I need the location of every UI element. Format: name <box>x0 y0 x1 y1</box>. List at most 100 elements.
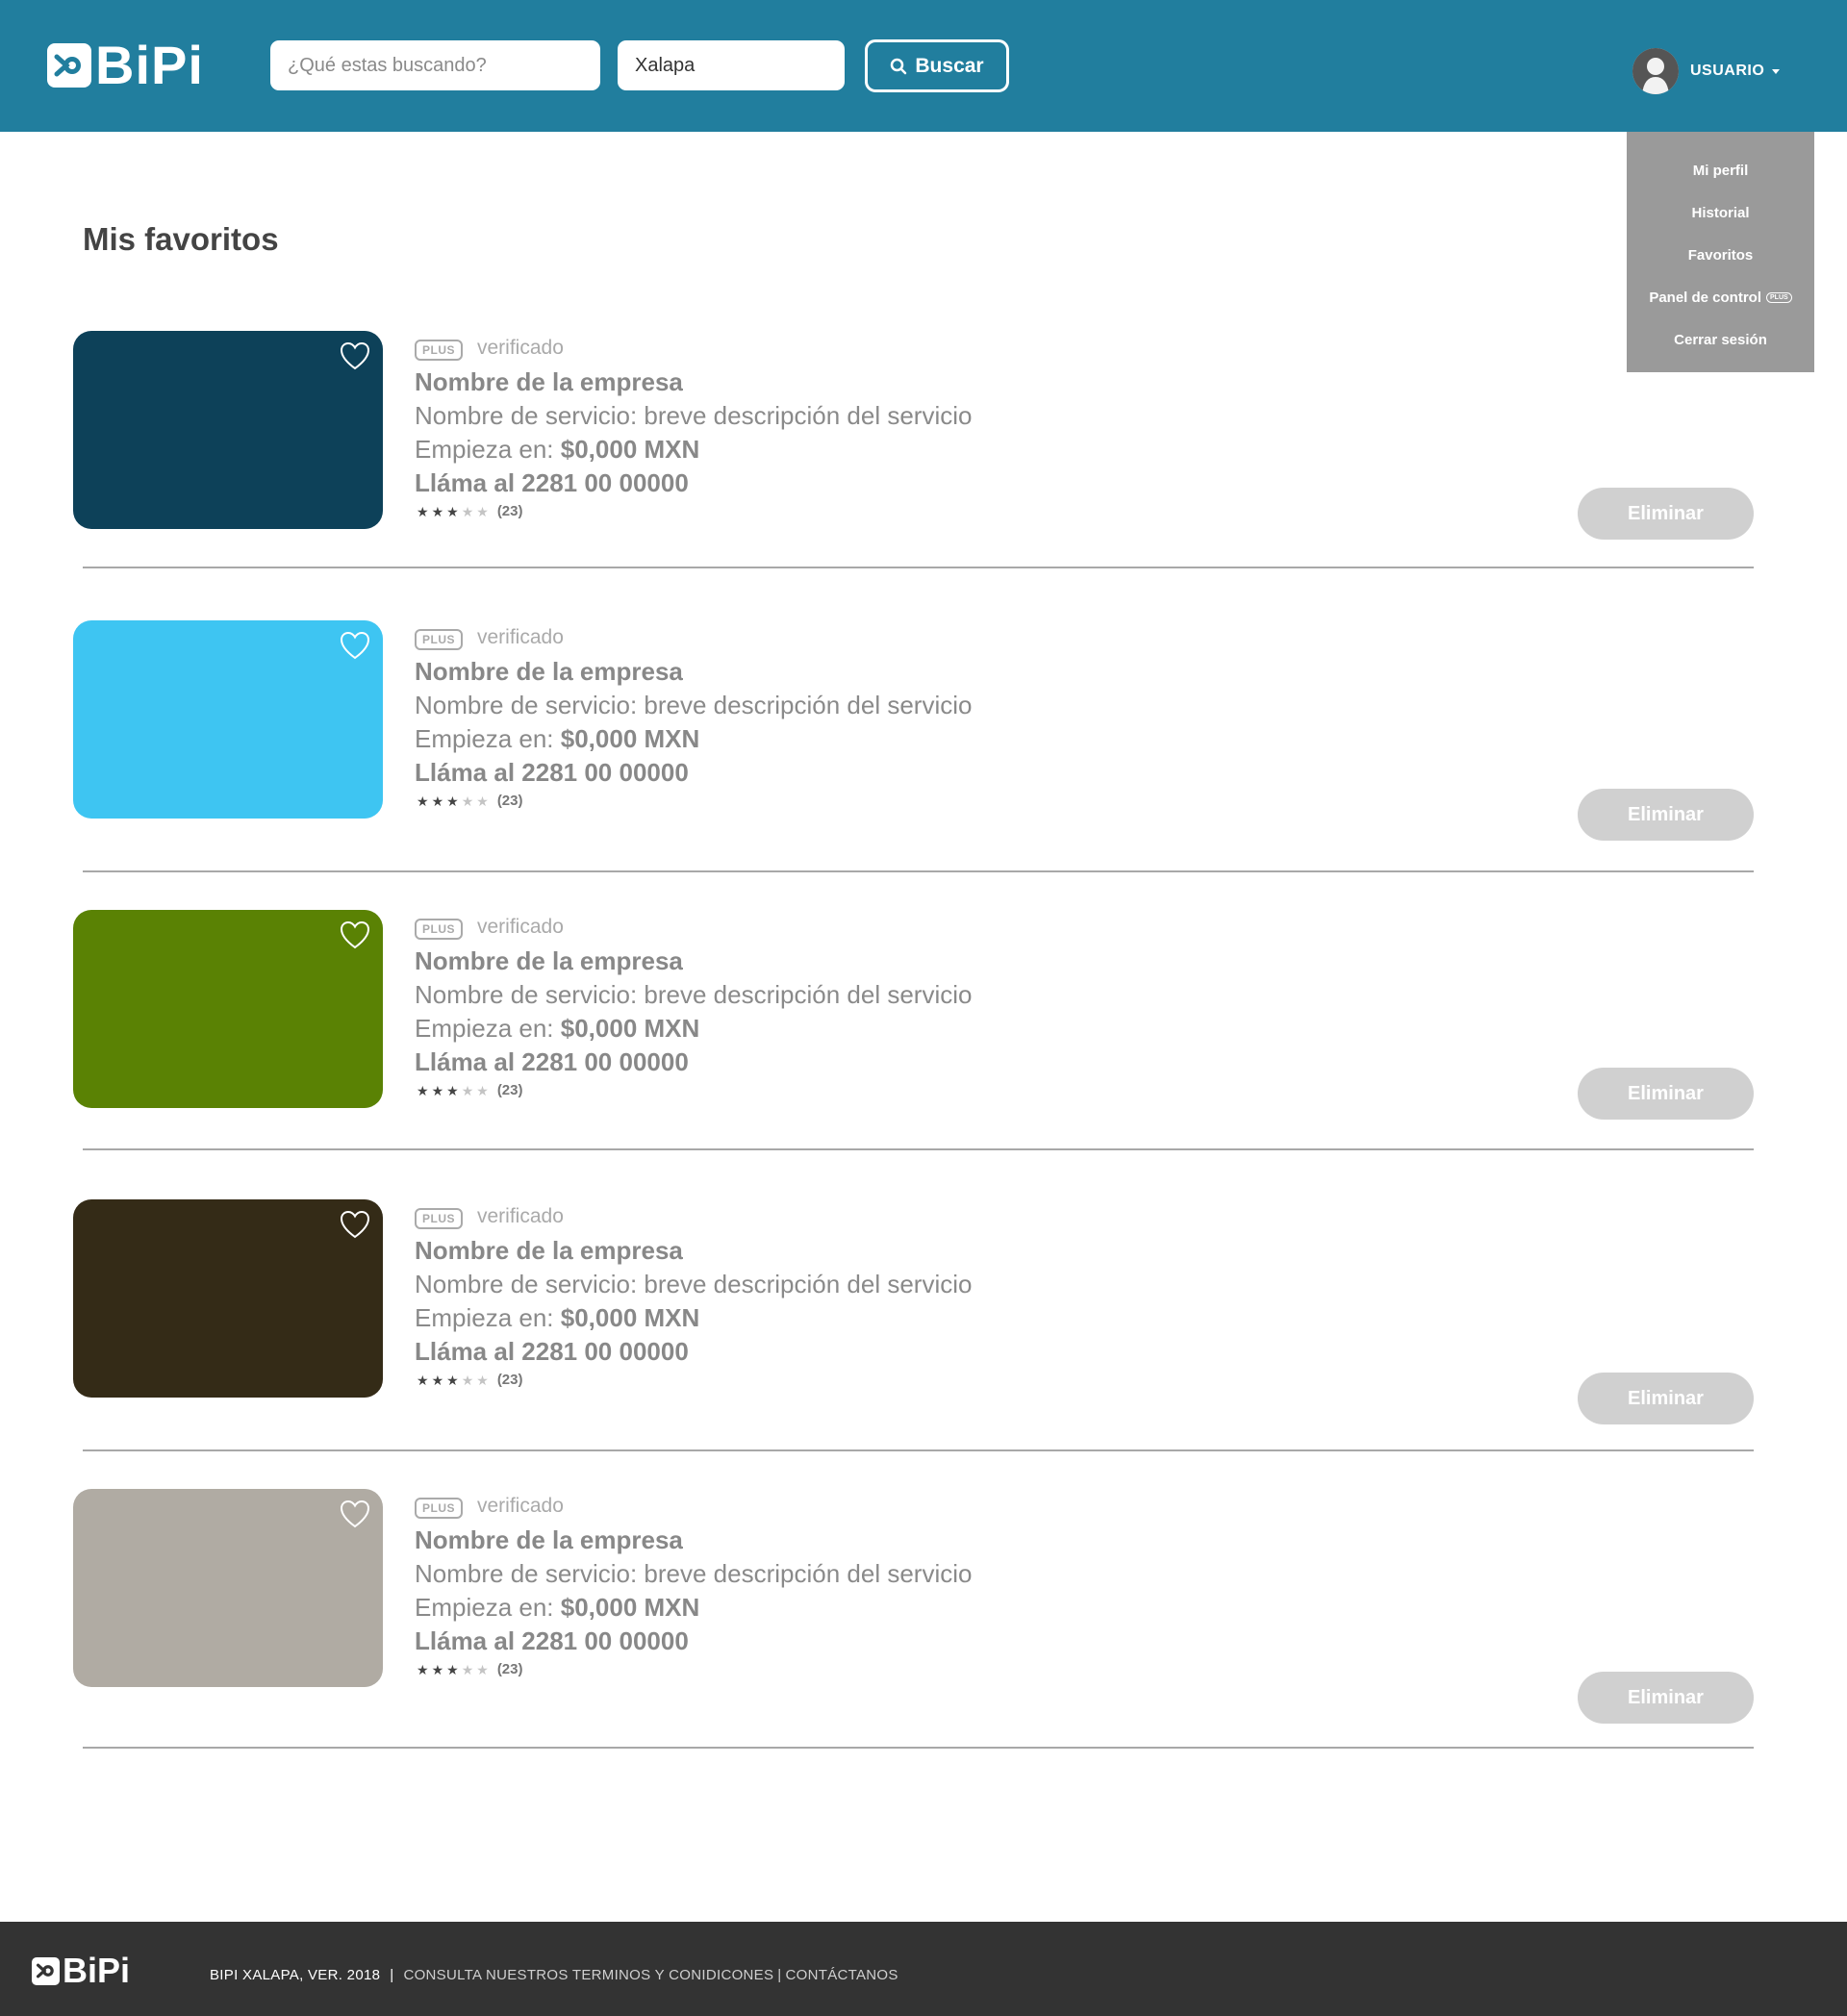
review-count: (23) <box>496 503 523 519</box>
star-icon: ★ <box>461 1372 474 1388</box>
phone-number[interactable]: Lláma al 2281 00 00000 <box>415 758 689 788</box>
chevron-down-icon <box>1772 68 1781 74</box>
footer-version: BIPI XALAPA, VER. 2018 <box>210 1967 381 1983</box>
search-button[interactable]: Buscar <box>865 39 1009 92</box>
user-label: USUARIO <box>1690 63 1765 79</box>
star-icon: ★ <box>446 1082 459 1098</box>
star-icon: ★ <box>476 1661 489 1677</box>
menu-item-mi-perfil[interactable]: Mi perfil <box>1627 149 1814 191</box>
contact-link[interactable]: CONTÁCTANOS <box>786 1967 898 1983</box>
star-icon: ★ <box>431 793 444 809</box>
heart-icon[interactable] <box>339 340 371 371</box>
divider <box>83 870 1754 872</box>
user-menu[interactable]: USUARIO <box>1632 47 1781 95</box>
delete-button[interactable]: Eliminar <box>1578 1672 1754 1724</box>
price-prefix: Empieza en: <box>415 1014 554 1043</box>
top-header: BiPi Buscar USUARIO <box>0 0 1847 132</box>
price-value: $0,000 MXN <box>560 435 700 464</box>
menu-item-favoritos[interactable]: Favoritos <box>1627 234 1814 276</box>
price-line: Empieza en: $0,000 MXN <box>415 724 699 754</box>
star-icon: ★ <box>446 503 459 519</box>
heart-icon[interactable] <box>339 1209 371 1240</box>
price-value: $0,000 MXN <box>560 1303 700 1332</box>
star-icon: ★ <box>461 1661 474 1677</box>
business-image[interactable] <box>73 620 383 819</box>
footer-separator-2: | <box>777 1967 782 1983</box>
phone-number[interactable]: Lláma al 2281 00 00000 <box>415 1047 689 1077</box>
star-icon: ★ <box>461 503 474 519</box>
delete-button[interactable]: Eliminar <box>1578 488 1754 540</box>
user-avatar-icon <box>1632 48 1679 94</box>
star-icon: ★ <box>431 1661 444 1677</box>
star-icon: ★ <box>461 793 474 809</box>
service-description: Nombre de servicio: breve descripción de… <box>415 401 973 430</box>
service-description: Nombre de servicio: breve descripción de… <box>415 1559 973 1588</box>
business-image[interactable] <box>73 1199 383 1398</box>
star-rating: ★ ★ ★ ★ ★ (23) <box>417 793 523 809</box>
price-line: Empieza en: $0,000 MXN <box>415 1593 699 1623</box>
review-count: (23) <box>496 793 523 809</box>
logo-text: BiPi <box>95 35 204 95</box>
menu-item-historial[interactable]: Historial <box>1627 191 1814 234</box>
price-line: Empieza en: $0,000 MXN <box>415 1303 699 1333</box>
star-icon: ★ <box>476 503 489 519</box>
plus-badge: PLUS <box>415 1208 464 1229</box>
page-title: Mis favoritos <box>83 221 279 257</box>
star-rating: ★ ★ ★ ★ ★ (23) <box>417 1372 523 1388</box>
avatar <box>1632 48 1679 94</box>
phone-number[interactable]: Lláma al 2281 00 00000 <box>415 1337 689 1367</box>
company-name[interactable]: Nombre de la empresa <box>415 657 683 687</box>
location-input[interactable] <box>618 40 845 90</box>
delete-button[interactable]: Eliminar <box>1578 1068 1754 1120</box>
business-image[interactable] <box>73 331 383 529</box>
delete-button[interactable]: Eliminar <box>1578 789 1754 841</box>
service-description: Nombre de servicio: breve descripción de… <box>415 1270 973 1298</box>
terms-link[interactable]: CONSULTA NUESTROS TERMINOS Y CONIDICONES <box>403 1967 773 1983</box>
company-name[interactable]: Nombre de la empresa <box>415 367 683 397</box>
star-icon: ★ <box>431 1082 444 1098</box>
star-icon: ★ <box>431 503 444 519</box>
verified-label: verificado <box>477 626 564 648</box>
star-icon: ★ <box>431 1372 444 1388</box>
plus-badge: PLUS <box>415 919 464 940</box>
price-prefix: Empieza en: <box>415 435 554 464</box>
phone-number[interactable]: Lláma al 2281 00 00000 <box>415 1626 689 1656</box>
footer-separator: | <box>390 1967 394 1983</box>
star-icon: ★ <box>446 1372 459 1388</box>
bipi-logo-icon <box>32 1956 60 1985</box>
list-item: PLUS verificado Nombre de la empresa Nom… <box>0 620 1847 872</box>
heart-icon[interactable] <box>339 1499 371 1529</box>
heart-icon[interactable] <box>339 920 371 950</box>
heart-icon[interactable] <box>339 630 371 661</box>
business-image[interactable] <box>73 910 383 1108</box>
price-prefix: Empieza en: <box>415 1303 554 1332</box>
phone-number[interactable]: Lláma al 2281 00 00000 <box>415 468 689 498</box>
search-button-label: Buscar <box>915 54 984 77</box>
star-icon: ★ <box>461 1082 474 1098</box>
list-item: PLUS verificado Nombre de la empresa Nom… <box>0 1199 1847 1451</box>
bipi-logo-icon <box>47 43 91 88</box>
footer-text: BIPI XALAPA, VER. 2018 | CONSULTA NUESTR… <box>210 1967 898 1983</box>
business-image[interactable] <box>73 1489 383 1687</box>
verified-label: verificado <box>477 1205 564 1227</box>
company-name[interactable]: Nombre de la empresa <box>415 1525 683 1555</box>
footer-logo[interactable]: BiPi <box>32 1953 130 1988</box>
price-line: Empieza en: $0,000 MXN <box>415 435 699 465</box>
bipi-logo[interactable]: BiPi <box>47 37 204 94</box>
price-prefix: Empieza en: <box>415 1593 554 1622</box>
divider <box>83 1449 1754 1451</box>
review-count: (23) <box>496 1082 523 1098</box>
delete-button[interactable]: Eliminar <box>1578 1373 1754 1424</box>
company-name[interactable]: Nombre de la empresa <box>415 1236 683 1266</box>
star-icon: ★ <box>417 793 429 809</box>
company-name[interactable]: Nombre de la empresa <box>415 946 683 976</box>
star-rating: ★ ★ ★ ★ ★ (23) <box>417 1082 523 1098</box>
divider <box>83 1747 1754 1749</box>
star-icon: ★ <box>476 1082 489 1098</box>
star-rating: ★ ★ ★ ★ ★ (23) <box>417 1661 523 1677</box>
star-icon: ★ <box>417 1372 429 1388</box>
menu-item-panel-de-control[interactable]: Panel de control PLUS <box>1627 276 1814 318</box>
footer-logo-text: BiPi <box>63 1951 131 1990</box>
list-item: PLUS verificado Nombre de la empresa Nom… <box>0 1489 1847 1749</box>
search-input[interactable] <box>270 40 600 90</box>
